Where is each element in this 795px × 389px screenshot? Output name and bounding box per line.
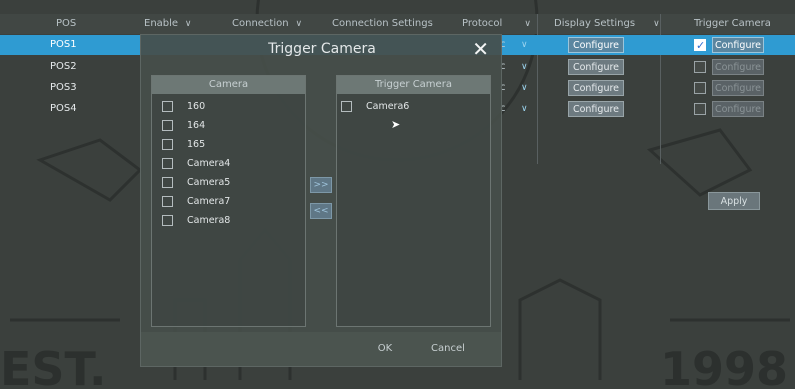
trigger-configure-button[interactable]: Configure [712, 59, 764, 75]
header-protocol[interactable]: Protocol ∨ [462, 14, 531, 34]
display-configure-button[interactable]: Configure [568, 101, 624, 117]
dialog-title: Trigger Camera [268, 41, 376, 57]
background-est-text: EST. [0, 342, 106, 389]
trigger-camera-checkbox[interactable] [694, 82, 706, 94]
row-pos: POS3 [50, 82, 77, 93]
apply-button[interactable]: Apply [708, 192, 760, 210]
header-connection[interactable]: Connection ∨ [232, 14, 302, 34]
chevron-down-icon[interactable]: ∨ [521, 78, 528, 98]
list-item[interactable]: Camera4 [162, 156, 230, 172]
checkbox[interactable] [162, 158, 173, 169]
checkbox[interactable] [162, 196, 173, 207]
background-year-text: 1998 [660, 342, 788, 389]
trigger-camera-list-panel: Trigger Camera Camera6 [336, 75, 491, 327]
checkbox[interactable] [162, 120, 173, 131]
checkbox[interactable] [162, 101, 173, 112]
chevron-down-icon: ∨ [653, 19, 660, 29]
trigger-configure-button[interactable]: Configure [712, 80, 764, 96]
trigger-configure-button[interactable]: Configure [712, 37, 764, 53]
remove-from-trigger-button[interactable]: << [310, 203, 332, 219]
list-item[interactable]: 164 [162, 118, 205, 134]
list-item[interactable]: 165 [162, 137, 205, 153]
row-pos: POS1 [50, 39, 77, 50]
list-item[interactable]: Camera5 [162, 175, 230, 191]
header-pos: POS [56, 18, 77, 29]
list-item[interactable]: Camera7 [162, 194, 230, 210]
checkbox[interactable] [341, 101, 352, 112]
trigger-camera-checkbox[interactable] [694, 103, 706, 115]
mouse-cursor-icon: ➤ [391, 118, 401, 131]
display-configure-button[interactable]: Configure [568, 37, 624, 53]
cancel-button[interactable]: Cancel [423, 340, 473, 358]
header-trigger-camera: Trigger Camera [694, 18, 771, 29]
row-pos: POS4 [50, 103, 77, 114]
chevron-down-icon: ∨ [524, 19, 531, 29]
chevron-down-icon: ∨ [292, 19, 303, 29]
trigger-camera-list-header: Trigger Camera [337, 76, 490, 94]
checkbox[interactable] [162, 139, 173, 150]
camera-list-header: Camera [152, 76, 305, 94]
camera-list-panel: Camera 160 164 165 Camera4 Camera5 Camer… [151, 75, 306, 327]
chevron-down-icon[interactable]: ∨ [521, 35, 528, 55]
trigger-camera-dialog: Trigger Camera ✕ Camera 160 164 165 Came… [140, 34, 502, 367]
display-configure-button[interactable]: Configure [568, 59, 624, 75]
list-item[interactable]: Camera8 [162, 213, 230, 229]
checkbox[interactable] [162, 215, 173, 226]
chevron-down-icon[interactable]: ∨ [521, 99, 528, 119]
trigger-configure-button[interactable]: Configure [712, 101, 764, 117]
header-enable[interactable]: Enable ∨ [144, 14, 192, 34]
add-to-trigger-button[interactable]: >> [310, 177, 332, 193]
checkbox[interactable] [162, 177, 173, 188]
trigger-camera-checkbox[interactable] [694, 36, 706, 56]
ok-button[interactable]: OK [365, 340, 405, 358]
header-connection-settings: Connection Settings [332, 18, 433, 29]
close-icon[interactable]: ✕ [472, 37, 489, 61]
chevron-down-icon[interactable]: ∨ [521, 57, 528, 77]
list-item[interactable]: Camera6 [341, 99, 409, 115]
trigger-camera-checkbox[interactable] [694, 61, 706, 73]
chevron-down-icon: ∨ [182, 19, 192, 29]
row-pos: POS2 [50, 61, 77, 72]
dialog-footer: OK Cancel [141, 332, 501, 366]
display-configure-button[interactable]: Configure [568, 80, 624, 96]
list-item[interactable]: 160 [162, 99, 205, 115]
header-display-settings[interactable]: Display Settings ∨ [554, 14, 660, 34]
table-header: POS Enable ∨ Connection ∨ Connection Set… [0, 14, 795, 34]
